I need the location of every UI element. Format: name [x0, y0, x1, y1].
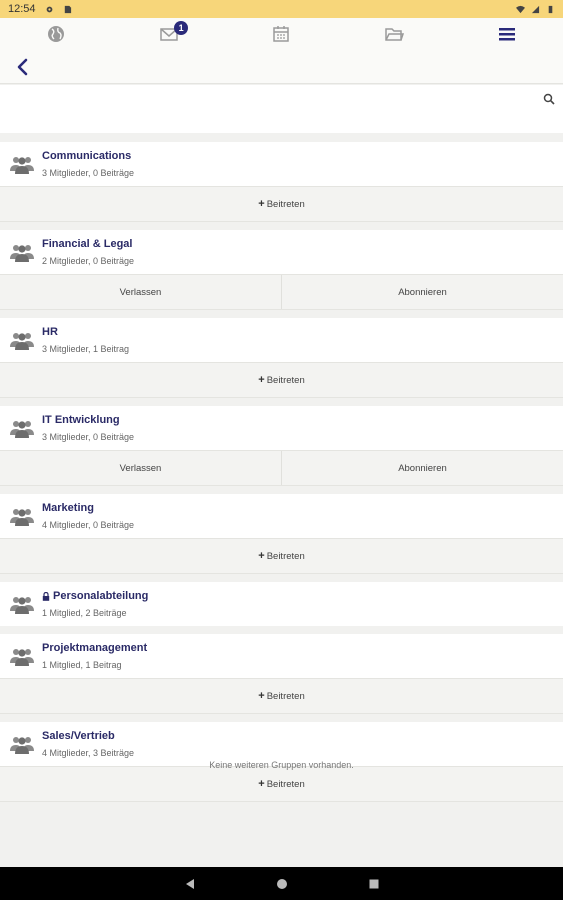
- group-actions: + Beitreten: [0, 186, 563, 222]
- group-meta: 3 Mitglieder, 0 Beiträge: [42, 432, 135, 442]
- globe-icon: [48, 26, 65, 42]
- group-users-icon: [10, 157, 34, 174]
- group-meta: 4 Mitglieder, 0 Beiträge: [42, 520, 135, 530]
- group-actions: + Beitreten: [0, 362, 563, 398]
- group-meta: 1 Mitglied, 2 Beiträge: [42, 608, 127, 618]
- group-item[interactable]: HR 3 Mitglieder, 1 Beitrag: [0, 318, 563, 362]
- group-name[interactable]: Sales/Vertrieb: [42, 730, 115, 742]
- calendar-icon: [273, 26, 290, 42]
- status-time: 12:54: [8, 3, 36, 15]
- join-button[interactable]: + Beitreten: [0, 539, 563, 573]
- group-item[interactable]: Communications 3 Mitglieder, 0 Beiträge: [0, 142, 563, 186]
- home-circle-icon[interactable]: [276, 878, 288, 890]
- sim-card-icon: [64, 5, 71, 13]
- plus-icon: +: [258, 550, 265, 562]
- group-users-icon: [10, 333, 34, 350]
- join-button[interactable]: + Beitreten: [0, 187, 563, 221]
- group-item[interactable]: Projektmanagement 1 Mitglied, 1 Beitrag: [0, 634, 563, 678]
- plus-icon: +: [258, 778, 265, 790]
- group-name[interactable]: Projektmanagement: [42, 642, 147, 654]
- battery-icon: [548, 5, 553, 13]
- group-users-icon: [10, 649, 34, 666]
- plus-icon: +: [258, 690, 265, 702]
- top-navigation: 1: [0, 18, 563, 50]
- join-button[interactable]: + Beitreten: [0, 679, 563, 713]
- group-item[interactable]: Personalabteilung 1 Mitglied, 2 Beiträge: [0, 582, 563, 626]
- group-users-icon: [10, 597, 34, 614]
- subscribe-button[interactable]: Abonnieren: [281, 451, 563, 485]
- back-arrow-icon[interactable]: [14, 57, 32, 77]
- lock-icon: [42, 591, 50, 601]
- group-name[interactable]: Marketing: [42, 502, 94, 514]
- join-button[interactable]: + Beitreten: [0, 363, 563, 397]
- plus-icon: +: [258, 374, 265, 386]
- leave-button[interactable]: Verlassen: [0, 451, 281, 485]
- group-item[interactable]: Marketing 4 Mitglieder, 0 Beiträge: [0, 494, 563, 538]
- signal-icon: [531, 5, 540, 13]
- nav-calendar[interactable]: [225, 18, 338, 50]
- system-navigation-bar: [0, 867, 563, 900]
- nav-files[interactable]: [338, 18, 451, 50]
- leave-button[interactable]: Verlassen: [0, 275, 281, 309]
- end-of-list-message: Keine weiteren Gruppen vorhanden.: [209, 760, 354, 770]
- group-name[interactable]: HR: [42, 326, 58, 338]
- group-users-icon: [10, 421, 34, 438]
- group-meta: 2 Mitglieder, 0 Beiträge: [42, 256, 135, 266]
- search-icon[interactable]: [543, 93, 555, 105]
- back-bar: [0, 50, 563, 84]
- group-users-icon: [10, 509, 34, 526]
- nav-messages[interactable]: 1: [113, 18, 226, 50]
- group-meta: 4 Mitglieder, 3 Beiträge: [42, 748, 135, 758]
- settings-icon: [46, 6, 52, 12]
- group-users-icon: [10, 737, 34, 754]
- join-button[interactable]: + Beitreten: [0, 767, 563, 801]
- menu-icon: [498, 28, 515, 41]
- group-actions: Verlassen Abonnieren: [0, 274, 563, 310]
- wifi-icon: [516, 5, 525, 13]
- group-meta: 3 Mitglieder, 0 Beiträge: [42, 168, 135, 178]
- group-item[interactable]: Financial & Legal 2 Mitglieder, 0 Beiträ…: [0, 230, 563, 274]
- group-meta: 3 Mitglieder, 1 Beitrag: [42, 344, 130, 354]
- group-actions: + Beitreten: [0, 538, 563, 574]
- group-name[interactable]: IT Entwicklung: [42, 414, 120, 426]
- group-actions: Verlassen Abonnieren: [0, 450, 563, 486]
- group-name[interactable]: Personalabteilung: [42, 590, 148, 602]
- group-item[interactable]: IT Entwicklung 3 Mitglieder, 0 Beiträge: [0, 406, 563, 450]
- status-bar: 12:54: [0, 0, 563, 18]
- group-users-icon: [10, 245, 34, 262]
- search-bar: [0, 85, 563, 133]
- group-list: Communications 3 Mitglieder, 0 Beiträge …: [0, 142, 563, 802]
- folder-icon: [385, 28, 405, 41]
- nav-menu[interactable]: [450, 18, 563, 50]
- group-actions: + Beitreten: [0, 678, 563, 714]
- group-actions: + Beitreten: [0, 766, 563, 802]
- nav-globe[interactable]: [0, 18, 113, 50]
- unread-badge: 1: [174, 21, 189, 35]
- group-meta: 1 Mitglied, 1 Beitrag: [42, 660, 122, 670]
- plus-icon: +: [258, 198, 265, 210]
- subscribe-button[interactable]: Abonnieren: [281, 275, 563, 309]
- recents-square-icon[interactable]: [368, 878, 380, 890]
- group-name[interactable]: Financial & Legal: [42, 238, 132, 250]
- back-triangle-icon[interactable]: [184, 878, 196, 890]
- group-name[interactable]: Communications: [42, 150, 131, 162]
- search-input[interactable]: [10, 91, 530, 119]
